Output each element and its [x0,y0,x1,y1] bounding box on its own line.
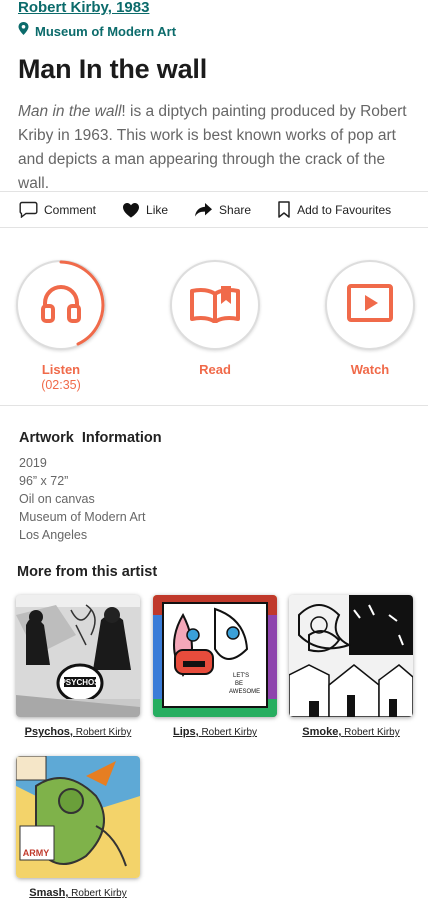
artwork-artist: Robert Kirby [344,727,400,738]
artwork-caption[interactable]: Smoke, Robert Kirby [289,726,413,738]
info-location: Museum of Modern Art [19,510,146,524]
favourites-label: Add to Favourites [297,202,392,217]
artwork-card-smash[interactable]: ARMY Smash, Robert Kirby [16,756,140,899]
open-book-icon [189,283,241,328]
bookmark-icon [277,201,291,218]
artwork-card-smoke[interactable]: Smoke, Robert Kirby [289,595,413,738]
info-city: Los Angeles [19,528,88,542]
share-button[interactable]: Share [194,202,251,218]
info-size: 96” x 72” [19,474,69,488]
action-bar: Comment Like Share Add to Favourites [0,191,428,228]
like-label: Like [146,202,169,217]
listen-label: Listen [41,362,81,377]
add-to-favourites-button[interactable]: Add to Favourites [277,201,391,218]
artwork-card-lips[interactable]: LET'S BE AWESOME Lips, Robert Kirby [153,595,277,738]
artwork-thumbnail[interactable]: PSYCHOS [16,595,140,717]
like-button[interactable]: Like [122,202,168,218]
artwork-card-psychos[interactable]: PSYCHOS Psychos, Robert Kirby [16,595,140,738]
comment-icon [19,201,38,218]
artwork-title-link[interactable]: Psychos, [25,726,73,738]
svg-text:LET'S: LET'S [233,673,249,679]
svg-text:BE: BE [235,681,243,687]
artwork-title: Man In the wall [18,54,208,84]
artwork-caption[interactable]: Lips, Robert Kirby [153,726,277,738]
more-from-artist-heading: More from this artist [17,564,158,580]
section-divider [0,405,428,406]
artwork-thumbnail[interactable] [289,595,413,717]
artwork-artist: Robert Kirby [75,727,132,738]
museum-row[interactable]: Museum of Modern Art [18,22,418,40]
location-pin-icon [18,22,29,40]
artwork-title-link[interactable]: Smash, [29,887,68,899]
artwork-caption[interactable]: Smash, Robert Kirby [16,887,140,899]
read-button[interactable] [170,260,260,350]
artwork-title-link[interactable]: Lips, [173,726,199,738]
listen-duration: (02:35) [41,378,81,392]
artwork-description: Man in the wall! is a diptych painting p… [18,100,414,196]
artwork-information: Artwork Information 2019 96” x 72” Oil o… [19,430,162,544]
artwork-information-heading: Artwork Information [19,430,162,446]
media-options: Listen (02:35) Read Watch [0,260,428,405]
artwork-title-link[interactable]: Smoke, [302,726,341,738]
artwork-header: Robert Kirby, 1983 Museum of Modern Art [18,0,418,40]
svg-text:AWESOME: AWESOME [229,689,260,695]
svg-text:PSYCHOS: PSYCHOS [60,678,100,687]
listen-progress-ring [59,260,105,346]
share-label: Share [219,202,252,217]
description-italic: Man in the wall [18,103,122,120]
watch-label: Watch [350,362,390,377]
artist-link[interactable]: Robert Kirby, 1983 [18,0,418,16]
artwork-thumbnail[interactable]: ARMY [16,756,140,878]
info-medium: Oil on canvas [19,492,95,506]
read-label: Read [199,362,231,377]
museum-link[interactable]: Museum of Modern Art [35,24,176,39]
read-option[interactable]: Read [170,260,260,377]
artwork-caption[interactable]: Psychos, Robert Kirby [16,726,140,738]
listen-button[interactable] [16,260,106,350]
comment-label: Comment [44,202,97,217]
heart-icon [122,202,140,218]
svg-text:ARMY: ARMY [23,848,50,858]
comment-button[interactable]: Comment [19,201,96,218]
artwork-artist: Robert Kirby [71,888,127,899]
artwork-artist: Robert Kirby [201,727,258,738]
artwork-thumbnail[interactable]: LET'S BE AWESOME [153,595,277,717]
share-icon [194,202,213,218]
watch-option[interactable]: Watch [325,260,415,377]
listen-option[interactable]: Listen (02:35) [16,260,106,392]
info-year: 2019 [19,456,47,470]
video-play-icon [347,283,393,327]
watch-button[interactable] [325,260,415,350]
